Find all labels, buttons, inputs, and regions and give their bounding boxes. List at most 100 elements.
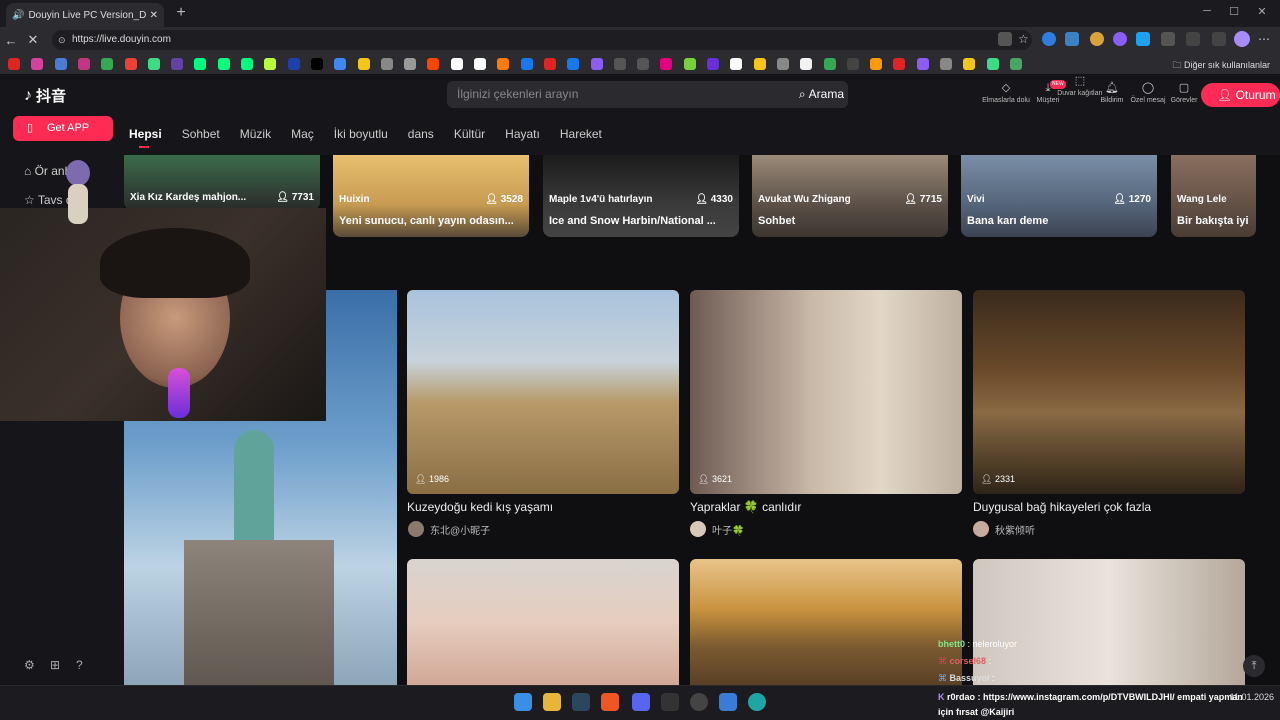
tab-hareket[interactable]: Hareket — [560, 127, 602, 141]
card-author[interactable]: 叶子🍀 — [690, 521, 744, 537]
bookmark-icon[interactable] — [147, 58, 160, 70]
refresh-icon[interactable] — [1186, 32, 1200, 46]
bookmark-icon[interactable] — [707, 58, 719, 70]
grid-icon[interactable]: ⊞ — [50, 658, 60, 672]
card-title[interactable]: Yapraklar 🍀 canlıdır — [690, 500, 801, 514]
bookmark-icon[interactable] — [660, 58, 673, 70]
app-icon[interactable] — [661, 693, 679, 711]
bookmark-icon[interactable] — [1009, 58, 1022, 70]
extension-icon[interactable] — [1090, 32, 1104, 46]
extension-icon[interactable] — [1042, 32, 1056, 46]
live-card[interactable]: Huixin 👤︎ 3528 Yeni sunucu, canlı yayın o… — [333, 155, 529, 237]
live-card[interactable]: Vivi 👤︎ 1270 Bana karı deme — [961, 155, 1157, 237]
maximize-button[interactable]: ☐ — [1224, 5, 1244, 18]
bookmark-icon[interactable] — [287, 58, 300, 70]
bookmark-icon[interactable] — [683, 58, 696, 70]
live-card-thumbnail[interactable]: 👤︎ 1986 — [407, 290, 679, 494]
bookmark-icon[interactable] — [241, 58, 253, 70]
download-icon[interactable] — [1212, 32, 1226, 46]
bookmark-icon[interactable] — [637, 58, 650, 70]
bookmark-icon[interactable] — [194, 58, 207, 70]
bookmark-icon[interactable] — [567, 58, 580, 70]
bookmark-icon[interactable] — [846, 58, 859, 70]
discord-icon[interactable] — [632, 693, 650, 711]
bookmark-icon[interactable] — [427, 58, 440, 70]
live-card[interactable]: Maple 1v4'ü hatırlayın 👤︎ 4330 Ice and Sn… — [543, 155, 739, 237]
edge-icon[interactable] — [748, 693, 766, 711]
extension-icon[interactable] — [1113, 32, 1127, 46]
card-author[interactable]: 秋紫倾听 — [973, 521, 1035, 537]
bookmark-icon[interactable] — [474, 58, 486, 70]
bookmark-icon[interactable] — [404, 58, 417, 70]
live-card[interactable]: Avukat Wu Zhigang 👤︎ 7715 Sohbet — [752, 155, 948, 237]
extension-icon[interactable] — [1136, 32, 1150, 46]
app-icon[interactable] — [719, 693, 737, 711]
tab-sohbet[interactable]: Sohbet — [182, 127, 220, 141]
settings-icon[interactable]: ⚙ — [24, 658, 35, 672]
bookmark-icon[interactable] — [730, 58, 743, 70]
tab-iki-boyutlu[interactable]: İki boyutlu — [334, 127, 388, 141]
close-tab-icon[interactable]: ✕ — [150, 10, 158, 21]
other-bookmarks-folder[interactable]: 🗀 Diğer sık kullanılanlar — [1172, 58, 1270, 74]
bookmark-icon[interactable] — [613, 58, 626, 70]
menu-icon[interactable]: ⋯ — [1258, 32, 1272, 46]
stop-loading-button[interactable]: ✕ — [22, 32, 44, 48]
bookmark-icon[interactable] — [171, 58, 184, 70]
bookmark-icon[interactable] — [916, 58, 929, 70]
bookmark-icon[interactable] — [124, 58, 137, 70]
get-app-button[interactable]: ▯ Get APP — [13, 116, 113, 141]
bookmark-icon[interactable] — [870, 58, 883, 70]
favorite-star-icon[interactable]: ☆ — [1018, 32, 1032, 46]
bookmark-icon[interactable] — [940, 58, 952, 70]
bookmark-icon[interactable] — [543, 58, 556, 70]
card-author[interactable]: 东北@小昵子 — [408, 521, 490, 537]
bookmark-icon[interactable] — [264, 58, 277, 70]
search-input[interactable]: İlginizi çekenleri arayın ⌕ Arama — [447, 81, 848, 108]
bookmark-icon[interactable] — [31, 58, 44, 70]
bookmark-icon[interactable] — [776, 58, 789, 70]
bookmark-icon[interactable] — [497, 58, 510, 70]
bookmark-icon[interactable] — [54, 58, 67, 70]
start-menu-icon[interactable] — [514, 693, 532, 711]
bookmark-icon[interactable] — [357, 58, 370, 70]
douyin-logo[interactable]: ♪ 抖音 — [24, 85, 66, 106]
back-button[interactable]: ← — [0, 33, 22, 48]
close-window-button[interactable]: ✕ — [1252, 5, 1272, 18]
bookmark-icon[interactable] — [77, 58, 90, 70]
bookmark-icon[interactable] — [334, 58, 347, 70]
minimize-button[interactable]: ─ — [1197, 5, 1217, 17]
search-button[interactable]: ⌕ Arama — [799, 81, 844, 108]
card-title[interactable]: Kuzeydoğu kedi kış yaşamı — [407, 500, 553, 514]
bookmark-icon[interactable] — [963, 58, 976, 70]
system-clock[interactable]: 11.01.2026 — [1230, 692, 1274, 703]
tab-hepsi[interactable]: Hepsi — [129, 127, 162, 148]
extensions-menu-icon[interactable] — [1161, 32, 1175, 46]
url-field[interactable]: ⊙ https://live.douyin.com — [52, 30, 1032, 50]
bookmark-icon[interactable] — [450, 58, 463, 70]
bookmark-icon[interactable] — [590, 58, 603, 70]
bookmark-icon[interactable] — [823, 58, 836, 70]
steam-icon[interactable] — [572, 693, 590, 711]
bookmark-icon[interactable] — [310, 58, 323, 70]
bookmark-icon[interactable] — [520, 58, 533, 70]
browser-tab[interactable]: 🔊 Douyin Live PC Version_Douy ✕ — [6, 3, 164, 27]
bookmark-icon[interactable] — [893, 58, 906, 70]
bookmark-icon[interactable] — [986, 58, 999, 70]
tab-muzik[interactable]: Müzik — [240, 127, 271, 141]
help-icon[interactable]: ? — [76, 658, 83, 672]
new-tab-button[interactable]: + — [172, 4, 190, 22]
live-card-thumbnail[interactable]: 👤︎ 2331 — [973, 290, 1245, 494]
brave-icon[interactable] — [601, 693, 619, 711]
translate-icon[interactable] — [998, 32, 1012, 46]
live-card[interactable]: Wang Lele Bir bakışta iyi d — [1171, 155, 1256, 237]
tab-kultur[interactable]: Kültür — [454, 127, 485, 141]
tab-dans[interactable]: dans — [408, 127, 434, 141]
obs-icon[interactable] — [690, 693, 708, 711]
tab-hayati[interactable]: Hayatı — [505, 127, 540, 141]
bookmark-icon[interactable] — [101, 58, 114, 70]
live-card-thumbnail[interactable]: 👤︎ 3621 — [690, 290, 962, 494]
file-explorer-icon[interactable] — [543, 693, 561, 711]
bookmark-icon[interactable] — [8, 58, 20, 70]
card-title[interactable]: Duygusal bağ hikayeleri çok fazla — [973, 500, 1151, 514]
scroll-top-button[interactable]: ⤒ — [1243, 655, 1265, 677]
